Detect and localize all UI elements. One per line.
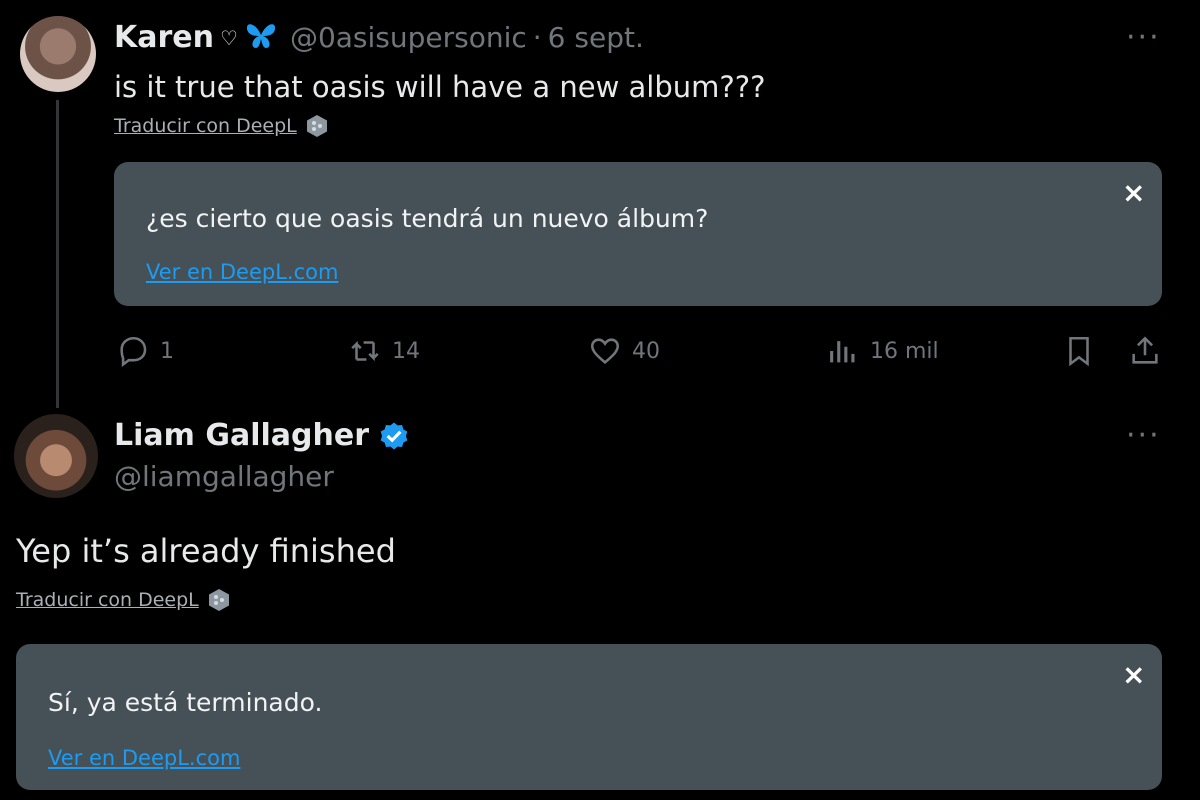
thread-line (56, 100, 59, 408)
like-count: 40 (632, 338, 660, 364)
views-chart-icon (830, 341, 855, 363)
bookmark-button[interactable] (1062, 334, 1096, 368)
translation-card: × ¿es cierto que oasis tendrá un nuevo á… (114, 162, 1162, 306)
reply-count: 1 (160, 338, 174, 364)
close-icon[interactable]: × (1122, 176, 1145, 209)
tweet-date[interactable]: 6 sept. (548, 21, 644, 54)
author-name[interactable]: Karen (114, 20, 214, 55)
heart-icon (590, 338, 620, 364)
translation-card: × Sí, ya está terminado. Ver en DeepL.co… (16, 644, 1162, 790)
heart-emoji-icon: ♡ (220, 25, 238, 50)
repost-icon (351, 340, 379, 362)
separator-dot: · (532, 21, 542, 54)
more-options-icon[interactable]: ··· (1126, 20, 1161, 55)
author-handle[interactable]: @liamgallagher (114, 460, 334, 493)
share-button[interactable] (1128, 334, 1162, 368)
translate-deepl-link[interactable]: Traducir con DeepL (114, 115, 297, 137)
reply-icon (120, 336, 147, 368)
translate-deepl-link[interactable]: Traducir con DeepL (16, 589, 199, 611)
avatar-karen[interactable] (20, 16, 96, 92)
avatar-liam[interactable] (14, 414, 98, 498)
tweet-text: Yep it’s already finished (16, 532, 396, 570)
view-on-deepl-link[interactable]: Ver en DeepL.com (48, 746, 240, 770)
author-handle[interactable]: @0asisupersonic (290, 21, 527, 54)
more-options-icon[interactable]: ··· (1126, 418, 1161, 453)
close-icon[interactable]: × (1122, 658, 1145, 691)
author-name[interactable]: Liam Gallagher (114, 418, 369, 453)
deepl-icon[interactable] (207, 588, 231, 612)
translation-text: ¿es cierto que oasis tendrá un nuevo álb… (146, 204, 709, 233)
verified-badge-icon (380, 422, 408, 449)
bookmark-icon (1069, 336, 1089, 367)
views-button[interactable]: 16 mil (826, 334, 939, 368)
tweet2-header: Liam Gallagher (114, 418, 411, 453)
view-on-deepl-link[interactable]: Ver en DeepL.com (146, 260, 338, 284)
like-button[interactable]: 40 (588, 334, 660, 368)
repost-count: 14 (392, 338, 420, 364)
butterfly-emoji-icon (244, 21, 278, 55)
deepl-icon[interactable] (305, 114, 329, 138)
tweet-text: is it true that oasis will have a new al… (114, 70, 766, 104)
translate-row: Traducir con DeepL (16, 588, 231, 612)
share-icon (1132, 336, 1158, 364)
views-count: 16 mil (870, 338, 939, 364)
tweet1-header: Karen ♡ @0asisupersonic · 6 sept. (114, 20, 644, 55)
translate-row: Traducir con DeepL (114, 114, 329, 138)
reply-button[interactable]: 1 (116, 334, 174, 368)
repost-button[interactable]: 14 (348, 334, 420, 368)
translation-text: Sí, ya está terminado. (48, 688, 323, 717)
